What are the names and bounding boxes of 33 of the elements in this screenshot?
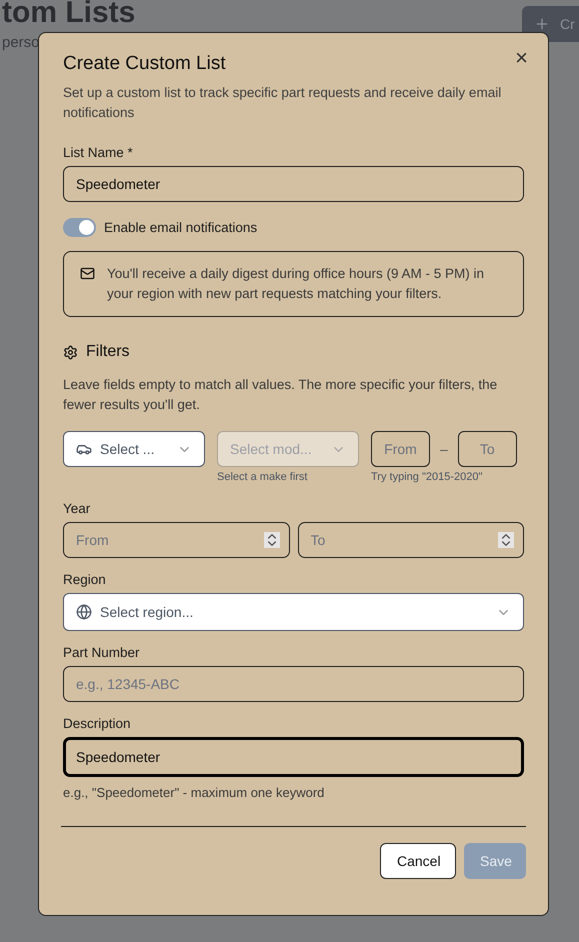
year-from-field[interactable]: From	[63, 522, 290, 558]
page-title: tom Lists	[2, 0, 136, 30]
dialog-subtitle: Set up a custom list to track specific part requests and receive daily email notifications	[63, 84, 502, 122]
globe-icon	[76, 604, 92, 620]
part-number-field[interactable]: e.g., 12345-ABC	[63, 666, 524, 702]
toggle-switch[interactable]	[63, 218, 96, 237]
description-field[interactable]: Speedometer	[63, 737, 524, 777]
toggle-label: Enable email notifications	[104, 220, 258, 235]
close-button[interactable]: ×	[511, 45, 532, 71]
settings-icon	[63, 344, 78, 360]
field-label: List Name *	[63, 145, 134, 160]
dialog-title: Create Custom List	[63, 53, 226, 75]
year-from-field[interactable]: From	[371, 431, 430, 467]
field-label: Part Number	[63, 645, 141, 660]
help-text: Try typing "2015-2020"	[371, 471, 484, 483]
help-text: e.g., "Speedometer" - maximum one keyword	[63, 785, 326, 800]
region-select[interactable]: Select region...	[63, 593, 524, 631]
plus-icon	[534, 16, 550, 32]
make-select[interactable]: Select ...	[63, 431, 205, 467]
section-title: Filters	[86, 343, 130, 361]
cancel-button[interactable]: Cancel	[380, 843, 456, 879]
info-text: You'll receive a daily digest during office hours (9 AM - 5 PM) in your region with new part requests matching your filters.	[107, 265, 486, 303]
field-label: Year	[63, 501, 92, 516]
list-name-field[interactable]: Speedometer	[63, 166, 524, 202]
year-to-field[interactable]: To	[458, 431, 517, 467]
year-to-field[interactable]: To	[298, 522, 524, 558]
field-label: Description	[63, 716, 132, 731]
page-subtitle: perso	[2, 34, 40, 51]
mail-icon	[80, 266, 95, 281]
range-dash: –	[440, 440, 448, 459]
help-text: Select a make first	[217, 471, 308, 483]
filter-hint: Leave fields empty to match all values. The more specific your filters, the fewer results you'll get.	[63, 376, 498, 414]
field-label: Region	[63, 572, 107, 587]
